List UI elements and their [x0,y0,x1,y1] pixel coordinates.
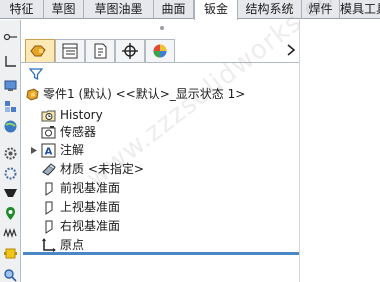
tree-item-label: 注解 [60,143,85,157]
configurationmanager-tab[interactable] [85,39,115,62]
tree-item-history[interactable]: History [41,107,291,124]
tab-surfaces[interactable]: 曲面 [154,0,194,19]
plug-icon[interactable] [3,246,18,261]
graphics-area[interactable] [299,20,380,282]
assembly-icon[interactable] [3,99,18,114]
search-icon[interactable] [3,268,18,282]
tree-item-material[interactable]: 材质 <未指定> [41,161,291,178]
tree-root-label: 零件1 (默认) <<默认>_显示状态 1> [43,87,246,101]
tree-item-top-plane[interactable]: 上视基准面 [41,199,291,216]
tab-sheet-metal[interactable]: 钣金 [194,0,238,20]
globe-icon[interactable] [3,119,18,134]
propertymanager-icon [62,43,78,59]
tree-item-label: History [60,108,103,122]
chevron-right-icon[interactable] [285,43,297,57]
dimxpertmanager-tab[interactable] [115,39,145,62]
tab-sketch[interactable]: 草图 [44,0,84,19]
filter-icon[interactable] [29,67,43,81]
expand-arrow-icon[interactable] [31,147,37,154]
tree-item-annotations[interactable]: A 注解 [29,142,291,159]
tree-item-label: 传感器 [60,125,97,139]
tab-mold-tools[interactable]: 模具工具 [340,0,380,19]
display-icon[interactable] [3,78,18,93]
configurationmanager-icon [94,43,107,59]
tree-item-label: 右视基准面 [60,219,121,233]
panel-grip[interactable] [160,26,164,30]
gear-icon[interactable] [3,146,18,161]
spring-icon[interactable] [3,226,18,241]
svg-text:A: A [45,147,53,158]
history-folder-icon [41,110,56,122]
command-manager-tabs: 特征 草图 草图油墨 曲面 钣金 结构系统 焊件 模具工具 [0,0,380,20]
appearance-ball-icon [153,44,167,58]
location-pin-icon[interactable] [3,206,18,221]
featuremanager-icon [30,45,46,57]
tree-item-front-plane[interactable]: 前视基准面 [41,180,291,197]
tree-root[interactable]: 零件1 (默认) <<默认>_显示状态 1> [25,86,295,103]
sensor-icon [41,126,56,139]
feature-manager-panel: 零件1 (默认) <<默认>_显示状态 1> History 传感器 A 注解 … [21,0,361,282]
tab-sketch-ink[interactable]: 草图油墨 [84,0,154,19]
part-icon [26,88,39,101]
left-toolbar [0,20,21,282]
line-tool-icon[interactable] [3,54,18,69]
propertymanager-tab[interactable] [55,39,85,62]
annotation-icon: A [41,143,56,158]
tab-weldments[interactable]: 焊件 [302,0,340,19]
tree-item-sensors[interactable]: 传感器 [41,124,291,141]
plane-icon [45,220,53,234]
tree-item-label: 上视基准面 [60,200,121,214]
tree-item-label: 前视基准面 [60,181,121,195]
displaymanager-tab[interactable] [145,39,175,62]
tree-item-right-plane[interactable]: 右视基准面 [41,218,291,235]
bowl-icon[interactable] [3,185,18,200]
plane-icon [45,182,53,196]
crosshair-icon [122,43,138,59]
tab-features[interactable]: 特征 [0,0,44,19]
tab-divider [21,62,299,63]
material-icon [42,163,56,176]
origin-icon [42,238,56,252]
panel-tab-row [21,39,299,63]
smart-dimension-icon[interactable] [3,30,18,45]
rollback-bar[interactable] [23,252,299,255]
featuremanager-tab[interactable] [25,39,55,62]
settings-icon[interactable] [3,166,18,181]
plane-icon [45,201,53,215]
tree-item-label: 材质 <未指定> [60,162,144,176]
tab-structure-system[interactable]: 结构系统 [238,0,302,19]
